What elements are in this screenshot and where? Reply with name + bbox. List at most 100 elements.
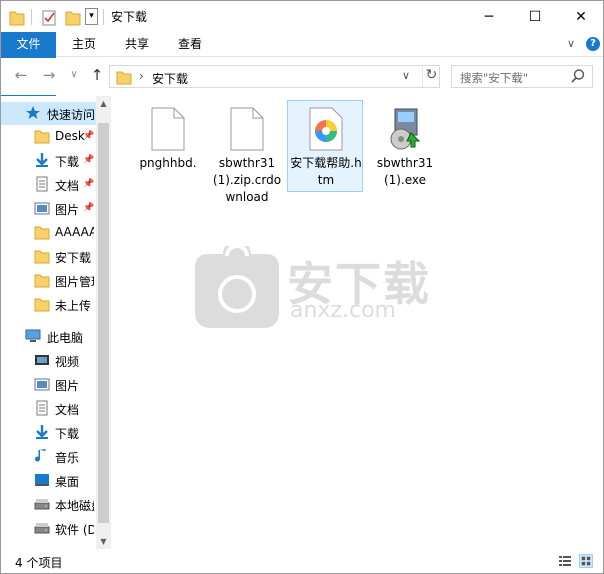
sidebar-item-label: 文档: [55, 403, 80, 417]
sidebar-item[interactable]: 文档: [1, 397, 96, 420]
installer-icon: [390, 108, 421, 150]
tab-view[interactable]: 查看: [164, 32, 216, 57]
picture-icon: [34, 378, 50, 391]
file-item[interactable]: sbwthr31 (1).exe: [367, 101, 443, 193]
tab-home[interactable]: 主页: [58, 32, 110, 57]
minimize-button[interactable]: ─: [466, 1, 512, 32]
file-item[interactable]: sbwthr31 (1).zip.crdownload: [209, 101, 285, 204]
scrollbar-thumb[interactable]: [98, 123, 109, 523]
blank-file-icon: [230, 107, 264, 151]
sidebar-item[interactable]: 快速访问: [1, 102, 96, 125]
sidebar-item[interactable]: 下载: [1, 421, 96, 444]
sidebar-item-label: 下载: [55, 155, 80, 169]
computer-icon: [25, 329, 41, 342]
forward-button[interactable]: →: [39, 66, 59, 84]
drive-icon: [34, 499, 50, 510]
folder-icon: [34, 274, 50, 288]
file-name: sbwthr31 (1).exe: [376, 156, 434, 187]
search-icon[interactable]: [570, 68, 586, 84]
download-icon: [36, 425, 48, 439]
star-icon: [26, 106, 40, 119]
sidebar-item-label: 图片: [55, 379, 80, 393]
sidebar-item[interactable]: 图片管理: [1, 269, 96, 292]
properties-icon[interactable]: [41, 7, 57, 27]
sidebar-item-label: 此电脑: [47, 331, 84, 345]
file-name: sbwthr31 (1).zip.crdownload: [212, 156, 282, 204]
sidebar-item-label: 快速访问: [47, 108, 94, 122]
window-title: 安下载: [111, 10, 148, 24]
folder-icon: [116, 71, 132, 85]
sidebar-item-label: 文档: [55, 179, 80, 193]
ribbon-collapse-icon[interactable]: ∨: [567, 37, 575, 50]
folder-icon: [34, 226, 50, 240]
sidebar-item[interactable]: 图片 📌: [1, 197, 96, 220]
sidebar-item[interactable]: 文档 📌: [1, 173, 96, 196]
scroll-down-icon[interactable]: ▼: [96, 537, 111, 546]
download-icon: [36, 153, 48, 167]
sidebar-item[interactable]: 安下载: [1, 245, 96, 268]
explorer-window: ▾ 安下载 ─ ☐ ✕ 文件 主页 共享 查看 ∨ ? ← → ∨ ↑ › 安下…: [0, 0, 604, 574]
sidebar-item[interactable]: Desk 📌: [1, 125, 96, 148]
blank-file-icon: [151, 107, 185, 151]
breadcrumb-separator[interactable]: ›: [139, 69, 144, 83]
sidebar-item-label: 图片管理: [55, 275, 94, 289]
sidebar-scrollbar[interactable]: ▲ ▼: [96, 96, 111, 549]
qa-divider: [103, 9, 104, 25]
up-button[interactable]: ↑: [87, 66, 107, 84]
title-bar: ▾ 安下载 ─ ☐ ✕: [1, 1, 603, 32]
folder-icon: [34, 250, 50, 264]
watermark-text-en: anxz.com: [290, 298, 396, 323]
item-count: 4 个项目: [15, 556, 63, 570]
document-icon: [36, 400, 48, 416]
new-folder-icon[interactable]: [65, 7, 81, 27]
sidebar-item-label: 安下载: [55, 251, 92, 265]
large-icons-view-icon[interactable]: [579, 554, 593, 568]
customize-toolbar-icon[interactable]: ▾: [85, 8, 98, 25]
pin-icon: 📌: [83, 155, 95, 165]
file-name: 安下载帮助.htm: [290, 156, 362, 187]
search-placeholder[interactable]: 搜索"安下载": [460, 70, 528, 86]
sidebar-item[interactable]: 视频: [1, 349, 96, 372]
video-icon: [35, 355, 49, 365]
sidebar-item-label: AAAAA: [55, 225, 94, 239]
close-button[interactable]: ✕: [558, 1, 604, 32]
sidebar-item[interactable]: 桌面: [1, 469, 96, 492]
sidebar-item-label: 视频: [55, 355, 80, 369]
desktop-icon: [35, 474, 49, 486]
recent-locations-button[interactable]: ∨: [64, 69, 84, 80]
drive-icon: [34, 523, 50, 534]
address-bar[interactable]: › 安下载 ∨ ↻: [109, 65, 440, 88]
scroll-up-icon[interactable]: ▲: [96, 99, 111, 108]
sidebar-item[interactable]: 未上传: [1, 293, 96, 316]
details-view-icon[interactable]: [558, 554, 572, 568]
sidebar-item-label: 图片: [55, 203, 80, 217]
search-box[interactable]: 搜索"安下载": [451, 65, 593, 88]
sidebar-item[interactable]: 下载 📌: [1, 149, 96, 172]
refresh-button[interactable]: ↻: [422, 67, 440, 87]
sidebar-item-label: 音乐: [55, 451, 80, 465]
folder-icon: [34, 130, 50, 144]
tab-share[interactable]: 共享: [111, 32, 163, 57]
sidebar-item[interactable]: 图片: [1, 373, 96, 396]
sidebar-item-label: 本地磁盘: [55, 499, 94, 513]
back-button[interactable]: ←: [11, 66, 31, 84]
sidebar-item-label: 软件 (D: [55, 523, 94, 537]
sidebar-item[interactable]: 此电脑: [1, 325, 96, 348]
breadcrumb-current[interactable]: 安下载: [152, 70, 188, 87]
folder-icon: [34, 298, 50, 312]
help-icon[interactable]: ?: [586, 37, 600, 51]
file-item[interactable]: 安下载帮助.htm: [287, 100, 363, 192]
qa-divider: [31, 9, 32, 25]
file-item[interactable]: pnghhbd.: [130, 101, 206, 193]
sidebar-item[interactable]: 软件 (D: [1, 517, 96, 540]
sidebar-item[interactable]: 本地磁盘: [1, 493, 96, 516]
sidebar-item[interactable]: AAAAA: [1, 221, 96, 244]
htm-file-icon: [309, 107, 343, 151]
address-dropdown-icon[interactable]: ∨: [402, 69, 410, 82]
file-name: pnghhbd.: [139, 156, 197, 170]
sidebar-item[interactable]: 音乐: [1, 445, 96, 468]
navigation-bar: ← → ∨ ↑ › 安下载 ∨ ↻ 搜索"安下载": [1, 58, 603, 95]
picture-icon: [34, 202, 50, 215]
maximize-button[interactable]: ☐: [512, 1, 558, 32]
sidebar-item-label: 桌面: [55, 475, 80, 489]
